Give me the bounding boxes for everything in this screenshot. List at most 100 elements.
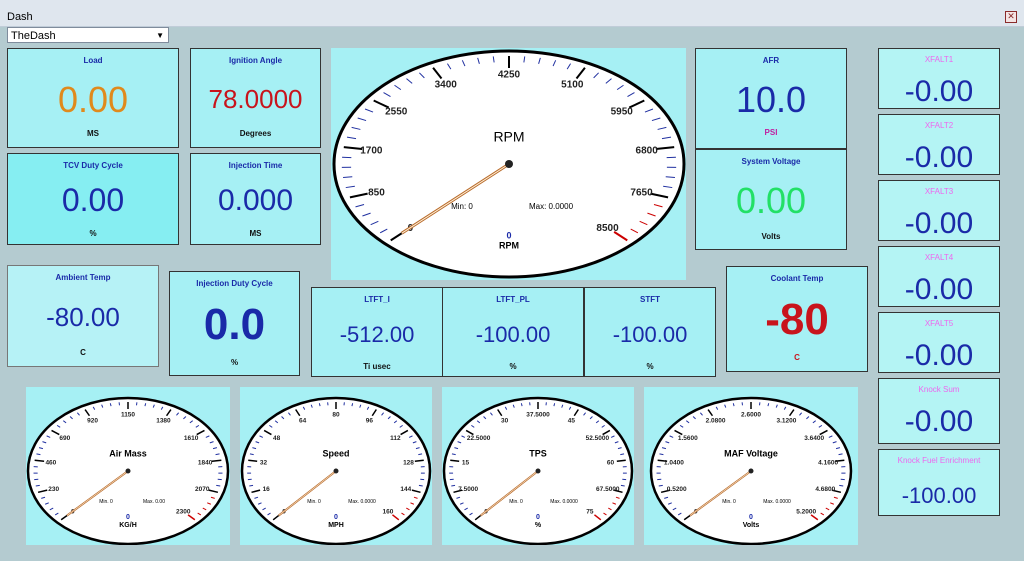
right-panel-value: -0.00 bbox=[904, 273, 974, 306]
sysvolt-unit: Volts bbox=[761, 232, 781, 241]
sysvolt-label: System Voltage bbox=[741, 157, 801, 166]
minor-tick bbox=[620, 484, 625, 487]
ltft-i-value: -512.00 bbox=[339, 322, 415, 347]
minor-tick bbox=[658, 484, 663, 487]
airmass-gauge-dial: 0 230 460 690 920 1150 1380 1610 1840 2070 2300 Air… bbox=[26, 396, 230, 545]
tick-label: 690 bbox=[59, 435, 70, 442]
tick-label: 37.5000 bbox=[526, 411, 550, 418]
maf-gauge: 0 0.5200 1.0400 1.5600 2.0800 2.6000 3.1200 3.6… bbox=[644, 387, 858, 545]
sysvolt-panel: System Voltage 0.00 Volts bbox=[695, 149, 847, 250]
gauge-min: Min. 0 bbox=[99, 499, 113, 505]
load-unit: MS bbox=[87, 129, 99, 138]
stft-unit: % bbox=[646, 362, 654, 371]
stft-panel: STFT -100.00 % bbox=[584, 287, 716, 377]
tps-gauge-dial: 0 7.5000 15 22.5000 30 37.5000 45 52.5000 60 67.5… bbox=[442, 396, 634, 545]
right-panel-2: XFALT2 -0.00 bbox=[878, 114, 1000, 175]
load-panel: Load 0.00 MS bbox=[7, 48, 179, 148]
gauge-min: Min. 0 bbox=[509, 499, 523, 505]
close-icon[interactable]: ✕ bbox=[1005, 11, 1017, 23]
window-titlebar: Dash ✕ bbox=[0, 0, 1024, 27]
tcv-panel: TCV Duty Cycle 0.00 % bbox=[7, 153, 179, 245]
ambient-panel: Ambient Temp -80.00 C bbox=[7, 265, 159, 367]
chevron-down-icon[interactable]: ▼ bbox=[156, 28, 164, 44]
gauge-unit: % bbox=[535, 522, 542, 529]
gauge-max: Max. 0.0000 bbox=[763, 499, 791, 505]
tcv-value: 0.00 bbox=[61, 182, 125, 218]
ltft-pl-value: -100.00 bbox=[475, 322, 551, 347]
tick-label: 1700 bbox=[360, 145, 383, 156]
tick-label: 3400 bbox=[435, 79, 458, 90]
right-panel-label: XFALT4 bbox=[924, 253, 954, 262]
ignition-unit: Degrees bbox=[239, 129, 272, 138]
gauge-needle-pivot bbox=[125, 468, 131, 474]
tick-label: 4250 bbox=[498, 70, 521, 81]
injtime-panel: Injection Time 0.000 MS bbox=[190, 153, 321, 245]
injduty-value: 0.0 bbox=[203, 300, 266, 349]
gauge-reading: 0 bbox=[536, 514, 540, 521]
gauge-reading: 0 bbox=[126, 514, 130, 521]
tick-label: 7650 bbox=[630, 187, 653, 198]
ltft-pl-unit: % bbox=[509, 362, 517, 371]
stft-value: -100.00 bbox=[612, 322, 688, 347]
sysvolt-value: 0.00 bbox=[735, 180, 807, 221]
tick-label: 96 bbox=[366, 417, 374, 424]
gauge-reading: 0 bbox=[749, 514, 753, 521]
gauge-unit: KG/H bbox=[119, 522, 137, 529]
tick-label: 3.6400 bbox=[804, 435, 824, 442]
ambient-value: -80.00 bbox=[46, 302, 120, 332]
tick-label: 5100 bbox=[561, 79, 584, 90]
maf-gauge-dial: 0 0.5200 1.0400 1.5600 2.0800 2.6000 3.1200 3.6… bbox=[649, 396, 853, 545]
gauge-needle-pivot bbox=[748, 468, 754, 474]
injtime-value: 0.000 bbox=[217, 184, 294, 217]
right-panel-label: XFALT2 bbox=[924, 121, 954, 130]
tick-label: 64 bbox=[299, 417, 307, 424]
afr-panel: AFR 10.0 PSI bbox=[695, 48, 847, 149]
tick-label: 460 bbox=[45, 459, 56, 466]
dash-selector-value: TheDash bbox=[11, 30, 56, 42]
injduty-panel: Injection Duty Cycle 0.0 % bbox=[169, 271, 300, 376]
afr-label: AFR bbox=[762, 56, 780, 65]
minor-tick bbox=[451, 484, 456, 487]
tick-label: 16 bbox=[263, 486, 271, 493]
right-panel-5: XFALT5 -0.00 bbox=[878, 312, 1000, 373]
tick-label: 112 bbox=[390, 435, 401, 442]
ltft-i-panel: LTFT_I -512.00 Ti usec bbox=[311, 287, 443, 377]
ignition-panel: Ignition Angle 78.0000 Degrees bbox=[190, 48, 321, 148]
gauge-title: RPM bbox=[493, 128, 524, 144]
injduty-label: Injection Duty Cycle bbox=[196, 279, 273, 288]
gauge-min: Min: 0 bbox=[451, 202, 473, 211]
right-panel-label: XFALT1 bbox=[924, 55, 954, 64]
coolant-panel: Coolant Temp -80 C bbox=[726, 266, 868, 372]
tick-label: 1150 bbox=[121, 411, 135, 418]
tick-label: 52.5000 bbox=[586, 435, 610, 442]
tcv-label: TCV Duty Cycle bbox=[63, 161, 123, 170]
minor-tick bbox=[418, 484, 423, 487]
tick-label: 2.0800 bbox=[706, 417, 726, 424]
right-panel-label: Knock Fuel Enrichment bbox=[897, 456, 981, 465]
gauge-title: Air Mass bbox=[109, 448, 147, 458]
tick-label: 6800 bbox=[636, 145, 659, 156]
right-panel-value: -0.00 bbox=[904, 141, 974, 174]
tick-label: 2300 bbox=[176, 509, 191, 516]
stft-label: STFT bbox=[640, 295, 660, 304]
tick-label: 144 bbox=[400, 486, 411, 493]
right-panel-value: -0.00 bbox=[904, 75, 974, 108]
right-panel-7: Knock Fuel Enrichment -100.00 bbox=[878, 449, 1000, 516]
tick-label: 8500 bbox=[596, 223, 619, 234]
tick-label: 1380 bbox=[156, 417, 171, 424]
load-label: Load bbox=[83, 56, 103, 65]
injtime-label: Injection Time bbox=[228, 161, 283, 170]
gauge-max: Max. 0.00 bbox=[143, 499, 165, 505]
tick-label: 230 bbox=[48, 486, 59, 493]
afr-value: 10.0 bbox=[735, 79, 807, 120]
gauge-needle-pivot bbox=[535, 468, 541, 474]
dash-selector[interactable]: TheDash ▼ bbox=[7, 27, 169, 43]
minor-tick bbox=[216, 484, 221, 487]
right-panel-4: XFALT4 -0.00 bbox=[878, 246, 1000, 307]
tps-gauge: 0 7.5000 15 22.5000 30 37.5000 45 52.5000 60 67.5… bbox=[442, 387, 634, 545]
tick-label: 920 bbox=[87, 417, 98, 424]
ambient-unit: C bbox=[80, 348, 86, 357]
gauge-max: Max. 0.0000 bbox=[348, 499, 376, 505]
gauge-reading: 0 bbox=[506, 231, 511, 241]
injduty-unit: % bbox=[230, 358, 239, 367]
